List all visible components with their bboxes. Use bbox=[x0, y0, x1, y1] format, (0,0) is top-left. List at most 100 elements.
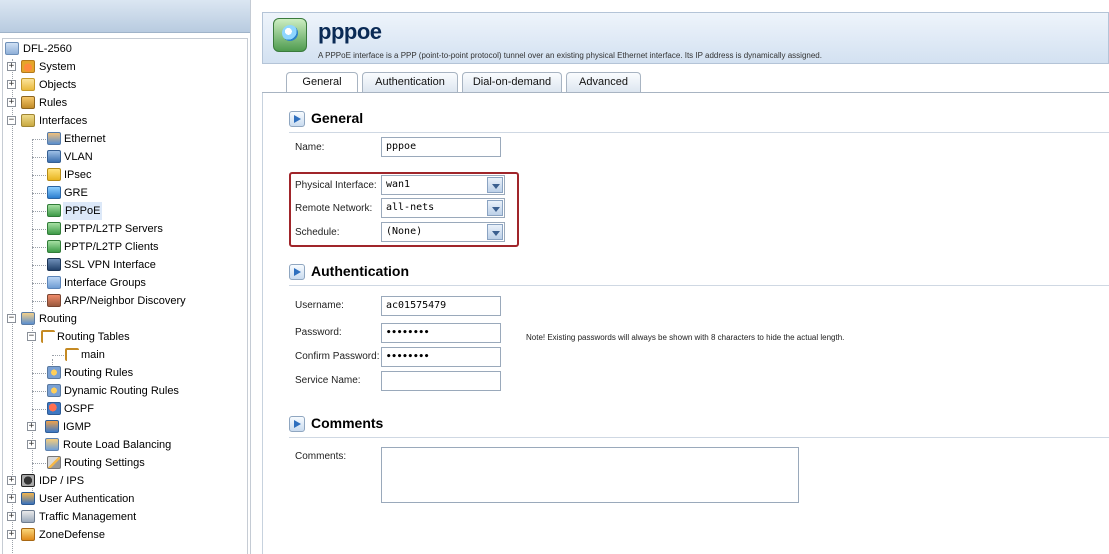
navigation-tree: DFL-2560 + System + Objects + Rules − In… bbox=[2, 38, 248, 554]
main-panel: pppoe A PPPoE interface is a PPP (point-… bbox=[262, 12, 1109, 554]
interfaces-icon bbox=[21, 114, 35, 127]
password-field[interactable]: •••••••• bbox=[381, 323, 501, 343]
tab-advanced[interactable]: Advanced bbox=[566, 72, 641, 92]
tree-connector bbox=[32, 139, 46, 140]
comments-label: Comments: bbox=[295, 451, 347, 462]
password-label: Password: bbox=[295, 327, 342, 338]
client-icon bbox=[47, 240, 61, 253]
idp-icon bbox=[21, 474, 35, 487]
expand-icon[interactable]: + bbox=[7, 494, 16, 503]
divider bbox=[289, 132, 1109, 133]
comments-textarea[interactable] bbox=[381, 447, 799, 503]
navigation-header-bar bbox=[0, 0, 250, 33]
collapse-icon[interactable]: − bbox=[7, 314, 16, 323]
expand-icon[interactable]: + bbox=[7, 530, 16, 539]
tree-connector bbox=[32, 265, 46, 266]
ethernet-icon bbox=[47, 132, 61, 145]
ospf-icon bbox=[47, 402, 61, 415]
username-field[interactable]: ac01575479 bbox=[381, 296, 501, 316]
chevron-down-icon[interactable] bbox=[487, 177, 503, 193]
collapse-icon[interactable]: − bbox=[7, 116, 16, 125]
remote-network-value: all-nets bbox=[386, 202, 435, 213]
divider bbox=[289, 285, 1109, 286]
tree-connector bbox=[32, 211, 46, 212]
navigation-panel: DFL-2560 + System + Objects + Rules − In… bbox=[0, 0, 251, 554]
dynamic-routing-icon bbox=[47, 384, 61, 397]
ssl-vpn-icon bbox=[47, 258, 61, 271]
page-title: pppoe bbox=[318, 19, 382, 44]
section-authentication-header: Authentication bbox=[263, 261, 1109, 287]
expand-icon[interactable]: + bbox=[27, 422, 36, 431]
tab-authentication[interactable]: Authentication bbox=[362, 72, 458, 92]
expand-icon[interactable]: + bbox=[27, 440, 36, 449]
chevron-down-icon[interactable] bbox=[487, 224, 503, 240]
section-arrow-icon bbox=[289, 111, 305, 127]
remote-network-select[interactable]: all-nets bbox=[381, 198, 505, 218]
vlan-icon bbox=[47, 150, 61, 163]
zonedefense-icon bbox=[21, 528, 35, 541]
name-field[interactable]: pppoe bbox=[381, 137, 501, 157]
arp-icon bbox=[47, 294, 61, 307]
traffic-icon bbox=[21, 510, 35, 523]
tree-connector bbox=[32, 301, 46, 302]
physical-interface-label: Physical Interface: bbox=[295, 180, 377, 191]
service-name-label: Service Name: bbox=[295, 375, 361, 386]
confirm-password-label: Confirm Password: bbox=[295, 351, 380, 362]
section-title: Authentication bbox=[311, 263, 409, 279]
tree-connector bbox=[52, 355, 64, 356]
chevron-down-icon[interactable] bbox=[487, 200, 503, 216]
tree-connector bbox=[32, 247, 46, 248]
tree-connector bbox=[32, 157, 46, 158]
tree-connector bbox=[32, 463, 46, 464]
form-content: General Name: pppoe Physical Interface: … bbox=[262, 93, 1109, 554]
section-arrow-icon bbox=[289, 264, 305, 280]
password-note: Note! Existing passwords will always be … bbox=[526, 333, 845, 342]
routing-rule-icon bbox=[47, 366, 61, 379]
table-icon bbox=[41, 330, 55, 343]
username-label: Username: bbox=[295, 300, 344, 311]
load-balancing-icon bbox=[45, 438, 59, 451]
system-icon bbox=[21, 60, 35, 73]
user-icon bbox=[21, 492, 35, 505]
tree-connector bbox=[32, 391, 46, 392]
schedule-value: (None) bbox=[386, 226, 423, 237]
tree-connector bbox=[32, 193, 46, 194]
routing-icon bbox=[21, 312, 35, 325]
physical-interface-value: wan1 bbox=[386, 179, 411, 190]
expand-icon[interactable]: + bbox=[7, 62, 16, 71]
igmp-icon bbox=[45, 420, 59, 433]
folder-icon bbox=[21, 78, 35, 91]
device-icon bbox=[5, 42, 19, 55]
tab-general[interactable]: General bbox=[286, 72, 358, 93]
group-icon bbox=[47, 276, 61, 289]
remote-network-label: Remote Network: bbox=[295, 203, 373, 214]
pppoe-icon bbox=[47, 204, 61, 217]
expand-icon[interactable]: + bbox=[7, 512, 16, 521]
service-name-field[interactable] bbox=[381, 371, 501, 391]
schedule-select[interactable]: (None) bbox=[381, 222, 505, 242]
expand-icon[interactable]: + bbox=[7, 476, 16, 485]
expand-icon[interactable]: + bbox=[7, 98, 16, 107]
gre-icon bbox=[47, 186, 61, 199]
schedule-label: Schedule: bbox=[295, 227, 340, 238]
tree-connector bbox=[32, 339, 33, 491]
collapse-icon[interactable]: − bbox=[27, 332, 36, 341]
page-description: A PPPoE interface is a PPP (point-to-poi… bbox=[318, 51, 822, 60]
section-title: Comments bbox=[311, 415, 384, 431]
name-label: Name: bbox=[295, 142, 325, 153]
expand-icon[interactable]: + bbox=[7, 80, 16, 89]
page-header: pppoe A PPPoE interface is a PPP (point-… bbox=[262, 12, 1109, 64]
tab-dial-on-demand[interactable]: Dial-on-demand bbox=[462, 72, 562, 92]
section-arrow-icon bbox=[289, 416, 305, 432]
tree-connector bbox=[32, 283, 46, 284]
confirm-password-field[interactable]: •••••••• bbox=[381, 347, 501, 367]
section-general-header: General bbox=[263, 108, 1109, 134]
section-title: General bbox=[311, 110, 364, 126]
physical-interface-select[interactable]: wan1 bbox=[381, 175, 505, 195]
pppoe-icon bbox=[273, 18, 307, 52]
table-icon bbox=[65, 348, 79, 361]
tree-connector bbox=[32, 373, 46, 374]
tree-connector bbox=[32, 175, 46, 176]
settings-icon bbox=[47, 456, 61, 469]
tree-connector bbox=[32, 409, 46, 410]
